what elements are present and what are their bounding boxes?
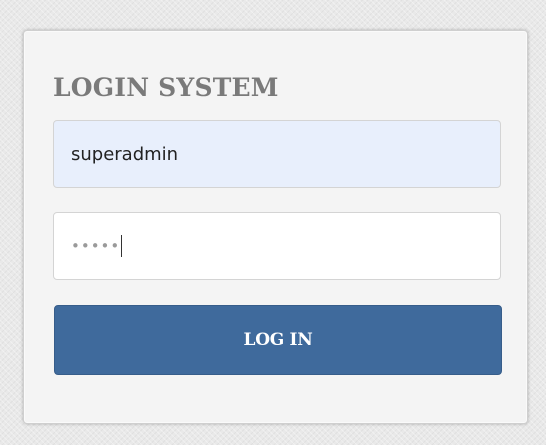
password-masked-value: ••••• — [71, 236, 121, 255]
login-title: LOGIN SYSTEM — [53, 73, 279, 102]
password-input[interactable]: ••••• — [53, 212, 501, 280]
text-cursor — [121, 235, 123, 257]
login-card: LOGIN SYSTEM ••••• LOG IN — [23, 30, 528, 424]
username-input[interactable] — [53, 120, 501, 188]
login-button[interactable]: LOG IN — [54, 305, 502, 375]
